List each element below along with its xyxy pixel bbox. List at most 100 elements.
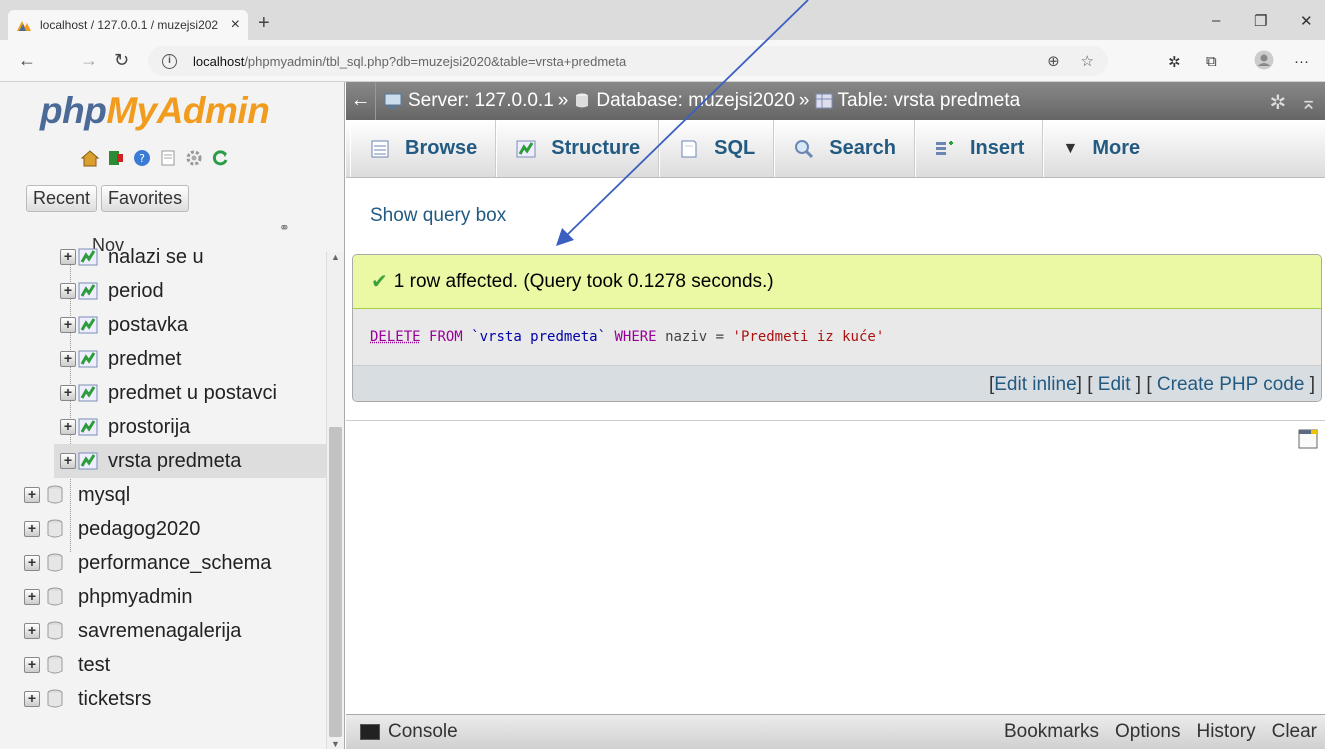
tree-database-item[interactable]: + test [24, 648, 110, 682]
console-bar: Console Bookmarks Options History Clear [346, 714, 1325, 749]
console-options-button[interactable]: Options [1115, 721, 1180, 743]
insert-icon [936, 140, 953, 155]
browser-menu-icon[interactable]: ··· [1294, 53, 1309, 70]
tab-close-icon[interactable]: × [231, 16, 240, 34]
console-bookmarks-button[interactable]: Bookmarks [1004, 721, 1099, 743]
table-name: predmet [108, 347, 182, 370]
console-clear-button[interactable]: Clear [1272, 721, 1317, 743]
tab-insert[interactable]: Insert [915, 120, 1044, 177]
table-menu-bar: Browse Structure SQL Search Insert ▼ Mor… [346, 120, 1325, 178]
recent-tab[interactable]: Recent [26, 185, 98, 212]
back-button[interactable]: ← [18, 50, 36, 71]
sql-query-display: DELETE FROM `vrsta predmeta` WHERE naziv… [353, 309, 1321, 365]
expand-plus-icon[interactable]: + [24, 555, 40, 571]
database-name: test [78, 653, 111, 676]
expand-plus-icon[interactable]: + [60, 351, 76, 367]
console-toggle[interactable]: Console [360, 721, 458, 743]
edit-link[interactable]: Edit [1098, 374, 1131, 396]
tree-database-item[interactable]: + ticketsrs [24, 682, 151, 716]
tab-browse[interactable]: Browse [350, 120, 497, 177]
site-info-icon[interactable]: i [162, 53, 177, 69]
new-tab-button[interactable]: + [258, 12, 270, 35]
forward-button[interactable]: → [80, 50, 98, 71]
scroll-up-arrow-icon[interactable]: ▲ [331, 252, 340, 262]
sql-keyword-delete[interactable]: DELETE [370, 329, 421, 345]
tree-database-item[interactable]: + phpmyadmin [24, 580, 193, 614]
url-input[interactable]: i localhost/phpmyadmin/tbl_sql.php?db=mu… [148, 46, 1108, 76]
expand-plus-icon[interactable]: + [24, 487, 40, 503]
tree-database-item[interactable]: + performance_schema [24, 546, 271, 580]
expand-plus-icon[interactable]: + [60, 283, 76, 299]
expand-plus-icon[interactable]: + [24, 691, 40, 707]
tree-table-item[interactable]: + predmet u postavci [60, 376, 277, 410]
home-icon[interactable] [80, 148, 100, 168]
nav-scroll-thumb[interactable] [329, 427, 342, 737]
show-query-box-link[interactable]: Show query box [370, 205, 506, 227]
table-icon [815, 93, 832, 109]
expand-plus-icon[interactable]: + [60, 317, 76, 333]
breadcrumb-table[interactable]: Table: vrsta predmeta [814, 90, 1020, 112]
help-icon[interactable]: ? [132, 148, 152, 168]
database-name: performance_schema [78, 551, 272, 574]
profile-avatar-icon[interactable] [1254, 50, 1274, 70]
tree-table-item[interactable]: + period [60, 274, 164, 308]
tab-sql[interactable]: SQL [659, 120, 775, 177]
browser-tabstrip: localhost / 127.0.0.1 / muzejsi202 × + –… [0, 0, 1325, 40]
table-icon [78, 452, 98, 470]
nav-scrollbar[interactable]: ▲ ▼ [326, 252, 344, 749]
favorites-tab[interactable]: Favorites [101, 185, 190, 212]
tree-table-item[interactable]: + nalazi se u [60, 240, 204, 274]
tree-database-item[interactable]: + savremenagalerija [24, 614, 241, 648]
expand-plus-icon[interactable]: + [60, 419, 76, 435]
favorites-list-icon[interactable]: ✲ [1168, 53, 1181, 71]
console-history-button[interactable]: History [1196, 721, 1255, 743]
zoom-icon[interactable]: ⊕ [1047, 53, 1060, 70]
page-settings-corner-icon[interactable] [1298, 428, 1318, 450]
tree-database-item[interactable]: + pedagog2020 [24, 512, 200, 546]
expand-plus-icon[interactable]: + [24, 521, 40, 537]
expand-plus-icon[interactable]: + [60, 249, 76, 265]
expand-plus-icon[interactable]: + [24, 589, 40, 605]
expand-plus-icon[interactable]: + [24, 657, 40, 673]
docs-icon[interactable] [158, 148, 178, 168]
favorite-star-icon[interactable]: ☆ [1081, 53, 1094, 70]
exit-icon[interactable] [106, 148, 126, 168]
collapse-nav-button[interactable]: ← [346, 82, 376, 120]
tab-search[interactable]: Search [774, 120, 915, 177]
reload-nav-icon[interactable] [210, 148, 230, 168]
edit-inline-link[interactable]: Edit inline [994, 374, 1076, 396]
expand-plus-icon[interactable]: + [24, 623, 40, 639]
scroll-down-arrow-icon[interactable]: ▼ [331, 739, 340, 749]
structure-icon [516, 140, 536, 157]
tree-table-item[interactable]: + predmet [60, 342, 181, 376]
browser-tab[interactable]: localhost / 127.0.0.1 / muzejsi202 × [8, 10, 248, 40]
restore-button[interactable]: ❐ [1254, 12, 1267, 30]
sql-column: naziv [665, 329, 708, 345]
tree-table-item[interactable]: + postavka [60, 308, 188, 342]
url-actions: ⊕ ☆ [1047, 52, 1094, 70]
settings-icon[interactable] [184, 148, 204, 168]
phpmyadmin-logo[interactable]: phpMyAdmin [40, 90, 270, 132]
table-icon [78, 350, 98, 368]
breadcrumb-server[interactable]: Server: 127.0.0.1 [384, 90, 554, 112]
tree-table-item[interactable]: + prostorija [60, 410, 190, 444]
collections-icon[interactable]: ⧉ [1206, 53, 1217, 70]
reload-button[interactable]: ↻ [114, 50, 129, 71]
minimize-button[interactable]: – [1212, 12, 1220, 29]
close-window-button[interactable]: ✕ [1300, 12, 1313, 30]
tree-database-item[interactable]: + mysql [24, 478, 130, 512]
url-path: /phpmyadmin/tbl_sql.php?db=muzejsi2020&t… [244, 53, 627, 69]
page-settings-icon[interactable]: ✲ [1269, 90, 1286, 115]
tree-table-item-selected[interactable]: + vrsta predmeta [54, 444, 326, 478]
url-host: localhost [193, 53, 245, 69]
query-action-links: [Edit inline] [ Edit ] [ Create PHP code… [353, 365, 1321, 401]
expand-plus-icon[interactable]: + [60, 385, 76, 401]
tab-structure[interactable]: Structure [496, 120, 660, 177]
database-icon [47, 689, 63, 708]
breadcrumb-database[interactable]: Database: muzejsi2020 [572, 90, 795, 112]
create-php-code-link[interactable]: Create PHP code [1157, 374, 1305, 396]
expand-plus-icon[interactable]: + [60, 453, 76, 469]
link-with-main-icon[interactable]: ⚭ [279, 220, 290, 236]
tab-more[interactable]: ▼ More [1043, 120, 1158, 177]
collapse-top-icon[interactable]: ⌅ [1300, 90, 1317, 115]
